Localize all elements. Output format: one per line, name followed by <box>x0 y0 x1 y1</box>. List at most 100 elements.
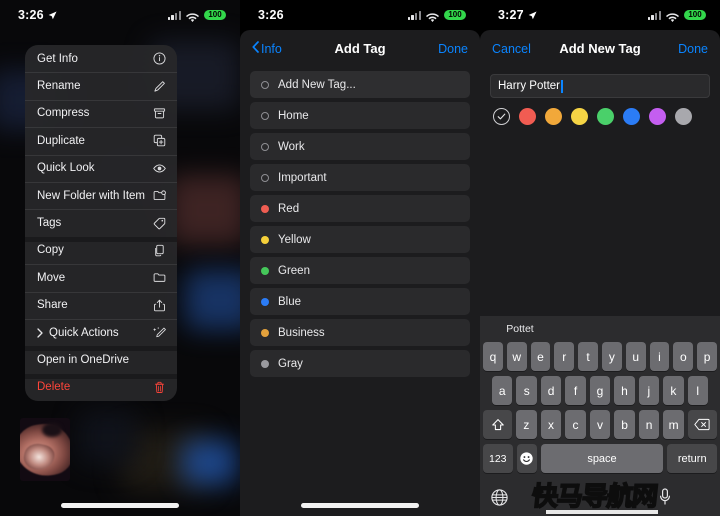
done-button[interactable]: Done <box>678 42 708 56</box>
tag-row-home[interactable]: Home <box>250 102 470 129</box>
tag-row-blue[interactable]: Blue <box>250 288 470 315</box>
menu-item-quick-actions[interactable]: Quick Actions <box>25 318 177 346</box>
cellular-signal-icon <box>167 10 181 20</box>
swatch-red[interactable] <box>519 108 536 125</box>
menu-item-move[interactable]: Move <box>25 264 177 291</box>
wifi-icon <box>426 10 439 22</box>
context-menu[interactable]: Get Info Rename Compress Duplicate Quick… <box>25 45 177 402</box>
menu-item-tags[interactable]: Tags <box>25 209 177 236</box>
menu-item-open-in-onedrive[interactable]: Open in OneDrive <box>25 346 177 373</box>
menu-item-duplicate[interactable]: Duplicate <box>25 127 177 154</box>
tag-name-input[interactable]: Harry Potter <box>490 74 710 98</box>
back-button-label: Info <box>261 41 282 56</box>
back-button-info[interactable]: Info <box>252 41 282 56</box>
menu-item-new-folder-with-item[interactable]: New Folder with Item <box>25 181 177 209</box>
menu-item-get-info[interactable]: Get Info <box>25 45 177 72</box>
key-d[interactable]: d <box>540 376 562 405</box>
battery-indicator: 100 <box>204 9 226 21</box>
tag-color-dot <box>261 266 269 275</box>
key-y[interactable]: y <box>602 342 622 371</box>
key-h[interactable]: h <box>614 376 635 405</box>
return-key[interactable]: return <box>667 444 717 473</box>
color-swatch-row <box>480 98 720 125</box>
menu-item-label: Quick Actions <box>49 326 119 339</box>
menu-item-delete[interactable]: Delete <box>25 373 177 401</box>
tag-row-red[interactable]: Red <box>250 195 470 222</box>
swatch-gray[interactable] <box>675 108 692 125</box>
key-w[interactable]: w <box>506 342 527 371</box>
tag-row-green[interactable]: Green <box>250 257 470 284</box>
key-n[interactable]: n <box>638 410 660 439</box>
key-e[interactable]: e <box>530 342 551 371</box>
key-s[interactable]: s <box>516 376 537 405</box>
key-v[interactable]: v <box>589 410 611 439</box>
menu-item-label: Open in OneDrive <box>37 353 130 366</box>
microphone-icon[interactable] <box>659 488 671 506</box>
menu-item-label: Rename <box>37 80 81 93</box>
emoji-icon[interactable] <box>516 444 537 473</box>
key-j[interactable]: j <box>638 376 660 405</box>
key-t[interactable]: t <box>578 342 598 371</box>
menu-item-label: New Folder with Item <box>37 189 146 202</box>
swatch-green[interactable] <box>597 108 614 125</box>
swatch-orange[interactable] <box>545 108 562 125</box>
backspace-icon[interactable] <box>687 410 718 439</box>
nav-bar-add-tag: Info Add Tag Done <box>240 30 480 67</box>
tag-label: Gray <box>278 357 303 370</box>
key-p[interactable]: p <box>697 342 717 371</box>
menu-item-quick-look[interactable]: Quick Look <box>25 154 177 182</box>
key-a[interactable]: a <box>492 376 513 405</box>
numbers-key[interactable]: 123 <box>483 444 513 473</box>
tag-row-add-new[interactable]: Add New Tag... <box>250 71 470 98</box>
tag-row-yellow[interactable]: Yellow <box>250 226 470 253</box>
menu-item-compress[interactable]: Compress <box>25 99 177 127</box>
tag-row-business[interactable]: Business <box>250 319 470 346</box>
swatch-none-selected[interactable] <box>493 108 510 125</box>
menu-item-share[interactable]: Share <box>25 291 177 319</box>
done-button[interactable]: Done <box>438 42 468 56</box>
menu-item-label: Copy <box>37 244 64 257</box>
key-b[interactable]: b <box>614 410 635 439</box>
status-right-group: 100 <box>167 9 226 22</box>
key-r[interactable]: r <box>554 342 575 371</box>
tag-label: Home <box>278 109 309 122</box>
status-right-group: 100 <box>407 9 466 22</box>
shift-icon[interactable] <box>482 410 513 439</box>
prediction-1[interactable]: Pottet <box>480 323 560 335</box>
key-m[interactable]: m <box>663 410 684 439</box>
new-folder-icon <box>152 189 166 203</box>
key-o[interactable]: o <box>673 342 694 371</box>
cancel-button[interactable]: Cancel <box>492 42 531 56</box>
folder-icon <box>152 271 166 285</box>
home-indicator <box>546 510 658 514</box>
swatch-blue[interactable] <box>623 108 640 125</box>
tag-row-work[interactable]: Work <box>250 133 470 160</box>
key-k[interactable]: k <box>663 376 684 405</box>
swatch-yellow[interactable] <box>571 108 588 125</box>
tag-row-important[interactable]: Important <box>250 164 470 191</box>
menu-item-label: Quick Look <box>37 162 95 175</box>
key-g[interactable]: g <box>589 376 611 405</box>
share-icon <box>152 298 166 312</box>
dragon-image-thumbnail[interactable] <box>20 418 70 481</box>
tag-color-dot <box>261 142 269 151</box>
key-i[interactable]: i <box>649 342 670 371</box>
menu-item-rename[interactable]: Rename <box>25 72 177 99</box>
nav-bar-add-new-tag: Cancel Add New Tag Done <box>480 30 720 67</box>
key-c[interactable]: c <box>565 410 586 439</box>
tag-color-dot <box>261 173 269 182</box>
key-f[interactable]: f <box>565 376 586 405</box>
space-key[interactable]: space <box>540 444 664 473</box>
key-q[interactable]: q <box>483 342 503 371</box>
status-time: 3:27 <box>498 8 524 22</box>
menu-item-copy[interactable]: Copy <box>25 236 177 264</box>
globe-icon[interactable] <box>490 488 509 507</box>
key-z[interactable]: z <box>516 410 537 439</box>
key-u[interactable]: u <box>625 342 646 371</box>
tag-label: Blue <box>278 295 302 308</box>
key-l[interactable]: l <box>687 376 708 405</box>
key-x[interactable]: x <box>540 410 562 439</box>
swatch-purple[interactable] <box>649 108 666 125</box>
menu-item-label: Duplicate <box>37 134 85 147</box>
tag-row-gray[interactable]: Gray <box>250 350 470 377</box>
